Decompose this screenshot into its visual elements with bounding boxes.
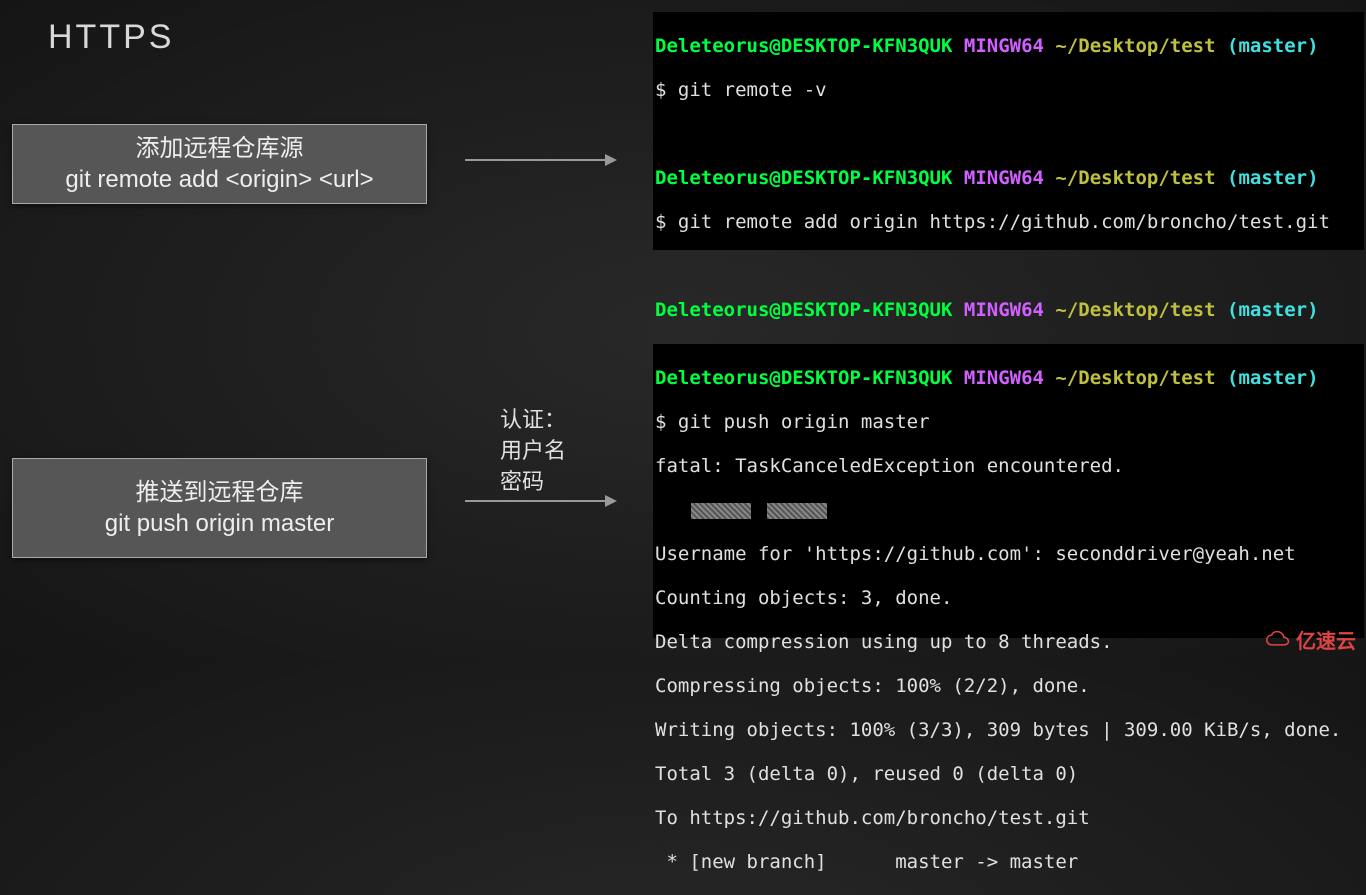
callout-add-remote: 添加远程仓库源 git remote add <origin> <url>: [12, 124, 427, 204]
redacted-icon: [691, 503, 751, 519]
terminal-output: To https://github.com/broncho/test.git: [655, 807, 1362, 829]
terminal-remote: Deleteorus@DESKTOP-KFN3QUK MINGW64 ~/Des…: [653, 12, 1364, 250]
terminal-output: Compressing objects: 100% (2/2), done.: [655, 675, 1362, 697]
terminal-output: Username for 'https://github.com': secon…: [655, 543, 1362, 565]
terminal-output: Total 3 (delta 0), reused 0 (delta 0): [655, 763, 1362, 785]
terminal-output: Delta compression using up to 8 threads.: [655, 631, 1362, 653]
auth-note: 认证： 用户名 密码: [500, 405, 566, 497]
watermark-text: 亿速云: [1296, 625, 1356, 654]
note-line: 认证：: [500, 405, 566, 436]
terminal-push: Deleteorus@DESKTOP-KFN3QUK MINGW64 ~/Des…: [653, 344, 1364, 638]
watermark-logo: 亿速云: [1264, 625, 1356, 654]
redacted-icon: [767, 503, 827, 519]
terminal-output: * [new branch] master -> master: [655, 851, 1362, 873]
terminal-output: Counting objects: 3, done.: [655, 587, 1362, 609]
callout-command: git push origin master: [33, 508, 406, 539]
note-line: 密码: [500, 467, 566, 498]
arrow-icon: [465, 500, 615, 502]
callout-command: git remote add <origin> <url>: [33, 164, 406, 195]
cloud-icon: [1264, 629, 1292, 651]
callout-push-remote: 推送到远程仓库 git push origin master: [12, 458, 427, 558]
terminal-command: $ git remote -v: [655, 79, 1362, 101]
callout-label: 添加远程仓库源: [33, 133, 406, 164]
slide-title: HTTPS: [48, 18, 174, 57]
callout-label: 推送到远程仓库: [33, 477, 406, 508]
note-line: 用户名: [500, 436, 566, 467]
terminal-output: Writing objects: 100% (3/3), 309 bytes |…: [655, 719, 1362, 741]
terminal-command: $ git remote add origin https://github.c…: [655, 211, 1362, 233]
terminal-command: $ git push origin master: [655, 411, 1362, 433]
terminal-output: fatal: TaskCanceledException encountered…: [655, 455, 1362, 477]
arrow-icon: [465, 159, 615, 161]
